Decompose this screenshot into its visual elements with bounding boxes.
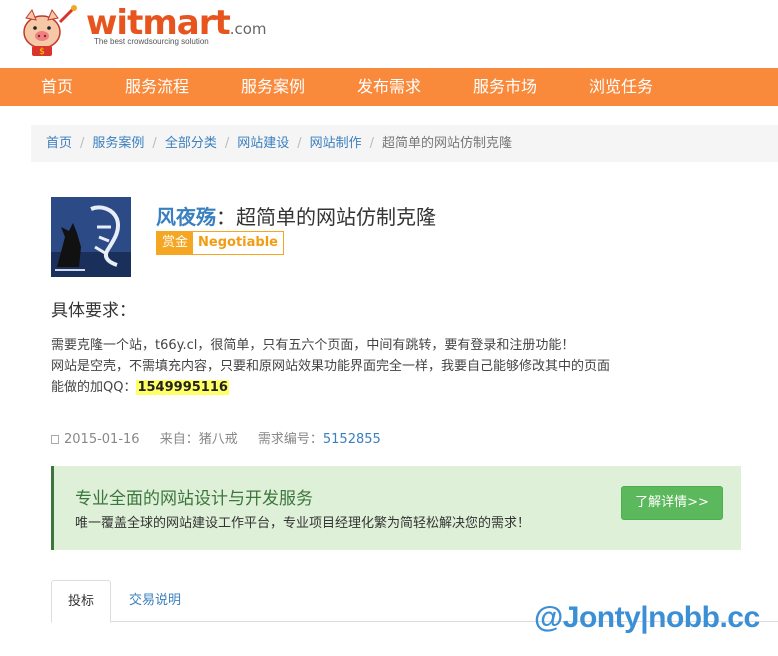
bounty-value: Negotiable (198, 235, 278, 250)
breadcrumb-website-building[interactable]: 网站建设 (237, 136, 289, 151)
task-date: 2015-01-16 (51, 432, 140, 447)
nav-item-market[interactable]: 服务市场 (473, 68, 537, 106)
task-source: 来自：猪八戒 (159, 432, 238, 447)
nav-item-tasks[interactable]: 浏览任务 (589, 68, 653, 106)
site-header: $ witmart.com The best crowdsourcing sol… (0, 0, 778, 68)
breadcrumb-separator: / (152, 136, 157, 151)
main-nav: 首页 服务流程 服务案例 发布需求 服务市场 浏览任务 (0, 68, 778, 106)
requirement-line: 能做的加QQ：1549995116 (51, 380, 229, 395)
bounty-badge: 赏金 Negotiable (156, 231, 284, 255)
learn-more-button[interactable]: 了解详情>> (621, 486, 723, 520)
breadcrumb-current: 超简单的网站仿制克隆 (382, 136, 513, 151)
task-title: 风夜殇：超简单的网站仿制克隆 (156, 201, 436, 230)
promo-description: 唯一覆盖全球的网站建设工作平台，专业项目经理化繁为简轻松解决您的需求！ (75, 516, 531, 531)
breadcrumb-cases[interactable]: 服务案例 (92, 136, 144, 151)
user-avatar[interactable] (51, 197, 131, 277)
promo-title: 专业全面的网站设计与开发服务 (75, 489, 313, 509)
breadcrumb-separator: / (369, 136, 375, 151)
requirements-heading: 具体要求： (51, 301, 136, 321)
calendar-icon (51, 435, 59, 444)
nav-item-post[interactable]: 发布需求 (357, 68, 421, 106)
task-meta: 2015-01-16 来自：猪八戒 需求编号：5152855 (51, 428, 397, 447)
breadcrumb-website-making[interactable]: 网站制作 (310, 136, 362, 151)
wolf-avatar-image (51, 197, 131, 277)
tab-transaction-info[interactable]: 交易说明 (113, 580, 197, 622)
bounty-label: 赏金 (157, 232, 194, 254)
breadcrumb-separator: / (297, 136, 302, 151)
requirement-line: 网站是空壳，不需填充内容，只要和原网站效果功能界面完全一样，我要自己能够修改其中… (51, 359, 611, 374)
svg-text:$: $ (39, 47, 45, 57)
breadcrumb-home[interactable]: 首页 (46, 136, 72, 151)
tab-bid[interactable]: 投标 (51, 580, 112, 623)
task-id: 需求编号：5152855 (257, 432, 381, 447)
watermark: @Jonty|nobb.cc (534, 601, 760, 634)
promo-banner: 专业全面的网站设计与开发服务 唯一覆盖全球的网站建设工作平台，专业项目经理化繁为… (51, 466, 741, 550)
task-user-link[interactable]: 风夜殇 (156, 205, 216, 229)
pig-mascot-icon: $ (23, 5, 77, 57)
requirements-body: 需要克隆一个站，t66y.cl，很简单，只有五六个页面，中间有跳转，要有登录和注… (51, 335, 610, 398)
breadcrumb-all-categories[interactable]: 全部分类 (165, 136, 217, 151)
task-title-text: ：超简单的网站仿制克隆 (216, 205, 436, 229)
nav-item-process[interactable]: 服务流程 (125, 68, 189, 106)
logo-tagline: The best crowdsourcing solution (94, 37, 209, 46)
breadcrumb-separator: / (224, 136, 230, 151)
requirement-line: 需要克隆一个站，t66y.cl，很简单，只有五六个页面，中间有跳转，要有登录和注… (51, 338, 575, 353)
nav-item-home[interactable]: 首页 (41, 68, 73, 106)
breadcrumb-separator: / (80, 136, 85, 151)
witmart-logo[interactable]: $ witmart.com The best crowdsourcing sol… (14, 2, 267, 58)
nav-item-cases[interactable]: 服务案例 (241, 68, 305, 106)
task-card: 风夜殇：超简单的网站仿制克隆 赏金 Negotiable 具体要求： 需要克隆一个… (31, 176, 778, 656)
breadcrumb: 首页 / 服务案例 / 全部分类 / 网站建设 / 网站制作 / 超简单的网站仿制克隆 (31, 125, 778, 162)
qq-number: 1549995116 (136, 380, 229, 395)
